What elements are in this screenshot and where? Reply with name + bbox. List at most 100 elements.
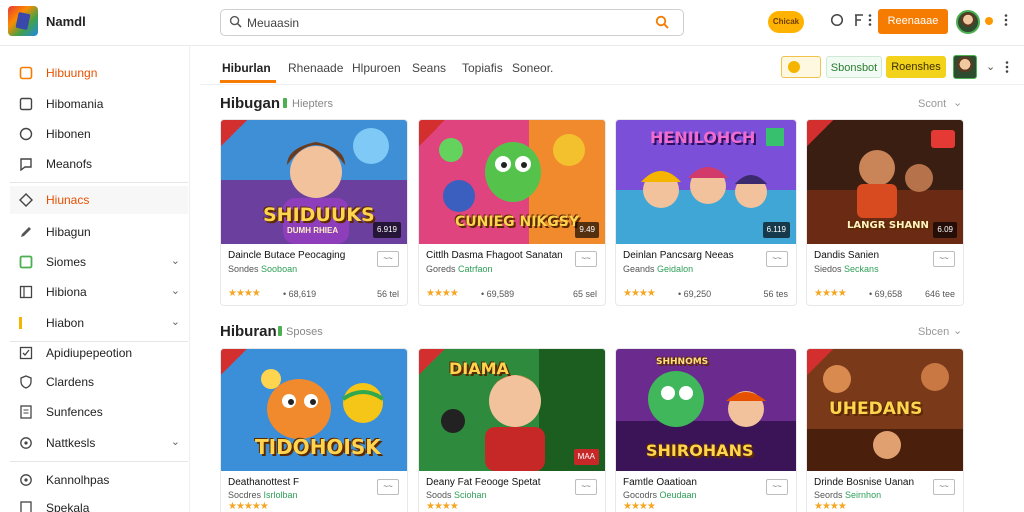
chevron-down-icon[interactable]: ⌄: [953, 96, 962, 109]
sidebar-item-meanofs[interactable]: Meanofs: [10, 150, 188, 178]
chevron-down-icon[interactable]: ⌄: [986, 60, 995, 73]
game-card[interactable]: LANGR SHANN 6.09 Dandis Sanien ~~ Siedos…: [806, 119, 964, 306]
game-price: 65 sel: [572, 289, 597, 299]
sidebar-item-hibomania[interactable]: Hibomania: [10, 90, 188, 118]
sidebar-item-label: Hibomania: [46, 97, 104, 111]
sidebar-item-hibiona[interactable]: Hibiona ⌄: [10, 278, 188, 306]
wishlist-button[interactable]: ~~: [575, 479, 597, 495]
wishlist-button[interactable]: ~~: [766, 479, 788, 495]
chevron-down-icon[interactable]: ⌄: [171, 284, 180, 297]
sidebar-item-hiabon[interactable]: Hiabon ⌄: [10, 309, 188, 337]
game-thumbnail[interactable]: TIDOHOISK: [221, 349, 407, 471]
filter-icon[interactable]: [853, 13, 865, 27]
more-vert-icon[interactable]: [1004, 60, 1010, 74]
section-more-link[interactable]: Scont: [918, 98, 946, 110]
app-logo[interactable]: [8, 6, 38, 36]
grid-icon: [19, 66, 33, 80]
game-developer: Goreds Catrfaon: [426, 264, 493, 274]
wishlist-button[interactable]: ~~: [933, 479, 955, 495]
filter-pill-sbonsbot[interactable]: Sbonsbot: [826, 56, 882, 78]
sidebar-item-siomes[interactable]: Siomes ⌄: [10, 248, 188, 276]
search-bar[interactable]: [220, 9, 684, 36]
chevron-down-icon[interactable]: ⌄: [171, 435, 180, 448]
developer-studio: Oeudaan: [659, 490, 697, 500]
game-thumbnail[interactable]: DIAMA MAA: [419, 349, 605, 471]
list-icon: [19, 285, 33, 299]
sale-badge: [807, 120, 833, 146]
chevron-down-icon[interactable]: ⌄: [953, 324, 962, 337]
game-title[interactable]: Deathanottest F: [228, 477, 299, 488]
game-developer: Sondes Sooboan: [228, 264, 297, 274]
sidebar-item-kannolhpas[interactable]: Kannolhpas: [10, 466, 188, 494]
circle-icon[interactable]: [830, 13, 844, 27]
avatar[interactable]: [956, 10, 980, 34]
game-developer: Socdres Isrlolban: [228, 490, 298, 500]
game-developer: Geands Geidalon: [623, 264, 693, 274]
game-title[interactable]: Deinlan Pancsarg Neeas: [623, 250, 734, 261]
sidebar-item-spekala[interactable]: Spekala: [10, 494, 188, 512]
search-submit-icon[interactable]: [655, 15, 669, 29]
game-card[interactable]: TIDOHOISK Deathanottest F ~~ Socdres Isr…: [220, 348, 408, 512]
game-thumbnail[interactable]: LANGR SHANN 6.09: [807, 120, 963, 244]
game-card[interactable]: CUNIEG NIKGSY 9.49 Cittlh Dasma Fhagoot …: [418, 119, 606, 306]
avatar[interactable]: [953, 55, 977, 79]
game-thumbnail[interactable]: CUNIEG NIKGSY 9.49: [419, 120, 605, 244]
game-developer: Gocodrs Oeudaan: [623, 490, 697, 500]
more-vert-icon[interactable]: [867, 13, 873, 27]
game-thumbnail[interactable]: SHIDUUKS DUMH RHIEA 6.919: [221, 120, 407, 244]
notification-dot[interactable]: [985, 17, 993, 25]
coin-badge[interactable]: Chicak: [768, 11, 804, 33]
chevron-down-icon[interactable]: ⌄: [171, 315, 180, 328]
wishlist-button[interactable]: ~~: [377, 479, 399, 495]
game-thumbnail[interactable]: SHHNOMS SHIROHANS: [616, 349, 796, 471]
game-card[interactable]: SHIDUUKS DUMH RHIEA 6.919 Daincle Butace…: [220, 119, 408, 306]
sidebar-item-apidiupepeotion[interactable]: Apidiupepeotion: [10, 339, 188, 367]
tab-seans[interactable]: Seans: [412, 61, 446, 75]
chevron-down-icon[interactable]: ⌄: [171, 254, 180, 267]
game-title[interactable]: Drinde Bosnise Uanan: [814, 477, 914, 488]
tab-topiafis[interactable]: Topiafis: [462, 61, 503, 75]
top-bar: Namdl Chicak Reenaaae: [0, 0, 1024, 46]
game-card[interactable]: SHHNOMS SHIROHANS Famtle Oaatioan ~~ Goc…: [615, 348, 797, 512]
sidebar-item-hibagun[interactable]: Hibagun: [10, 218, 188, 246]
more-vert-icon[interactable]: [1003, 13, 1009, 27]
wishlist-button[interactable]: ~~: [766, 251, 788, 267]
section-subtitle: Hiepters: [292, 98, 333, 110]
wishlist-button[interactable]: ~~: [933, 251, 955, 267]
tab-soneor[interactable]: Soneor.: [512, 61, 553, 75]
gear-icon: [20, 437, 32, 449]
sidebar-item-nattkesls[interactable]: Nattkesls ⌄: [10, 429, 188, 457]
game-title[interactable]: Deany Fat Feooge Spetat: [426, 477, 541, 488]
game-card[interactable]: UHEDANS Drinde Bosnise Uanan ~~ Seords S…: [806, 348, 964, 512]
wishlist-button[interactable]: ~~: [377, 251, 399, 267]
game-thumbnail[interactable]: UHEDANS: [807, 349, 963, 471]
developer-name: Goreds: [426, 264, 456, 274]
game-thumbnail[interactable]: HENILOHCH 6.119: [616, 120, 796, 244]
sidebar-item-hibonen[interactable]: Hibonen: [10, 120, 188, 148]
game-title[interactable]: Dandis Sanien: [814, 250, 879, 261]
sidebar-item-hibuungn[interactable]: Hibuungn: [10, 59, 188, 87]
game-title[interactable]: Famtle Oaatioan: [623, 477, 697, 488]
tab-hiburlan[interactable]: Hiburlan: [222, 61, 271, 75]
sidebar-item-hiunacs[interactable]: Hiunacs: [10, 186, 188, 214]
tab-hlpuroen[interactable]: Hlpuroen: [352, 61, 401, 75]
chat-icon: [20, 158, 32, 171]
wishlist-button[interactable]: ~~: [575, 251, 597, 267]
doc-icon: [20, 501, 32, 512]
sidebar-item-sunfences[interactable]: Sunfences: [10, 398, 188, 426]
tab-rhenaade[interactable]: Rhenaade: [288, 61, 343, 75]
rating-count: • 69,250: [678, 289, 712, 299]
game-card[interactable]: HENILOHCH 6.119 Deinlan Pancsarg Neeas ~…: [615, 119, 797, 306]
developer-studio: Catrfaon: [458, 264, 493, 274]
game-title[interactable]: Daincle Butace Peocaging: [228, 250, 345, 261]
primary-button[interactable]: Reenaaae: [878, 9, 948, 34]
rating-stars: ★★★★: [623, 288, 656, 299]
filter-pill-roenshes[interactable]: Roenshes: [886, 56, 946, 78]
game-title[interactable]: Cittlh Dasma Fhagoot Sanatan: [426, 250, 563, 261]
bulb-toggle[interactable]: [781, 56, 821, 78]
sidebar-item-clardens[interactable]: Clardens: [10, 368, 188, 396]
game-card[interactable]: DIAMA MAA Deany Fat Feooge Spetat ~~ Soo…: [418, 348, 606, 512]
search-input[interactable]: [247, 14, 647, 32]
section-more-link[interactable]: Sbcen: [918, 326, 949, 338]
gear-icon: [20, 474, 32, 486]
